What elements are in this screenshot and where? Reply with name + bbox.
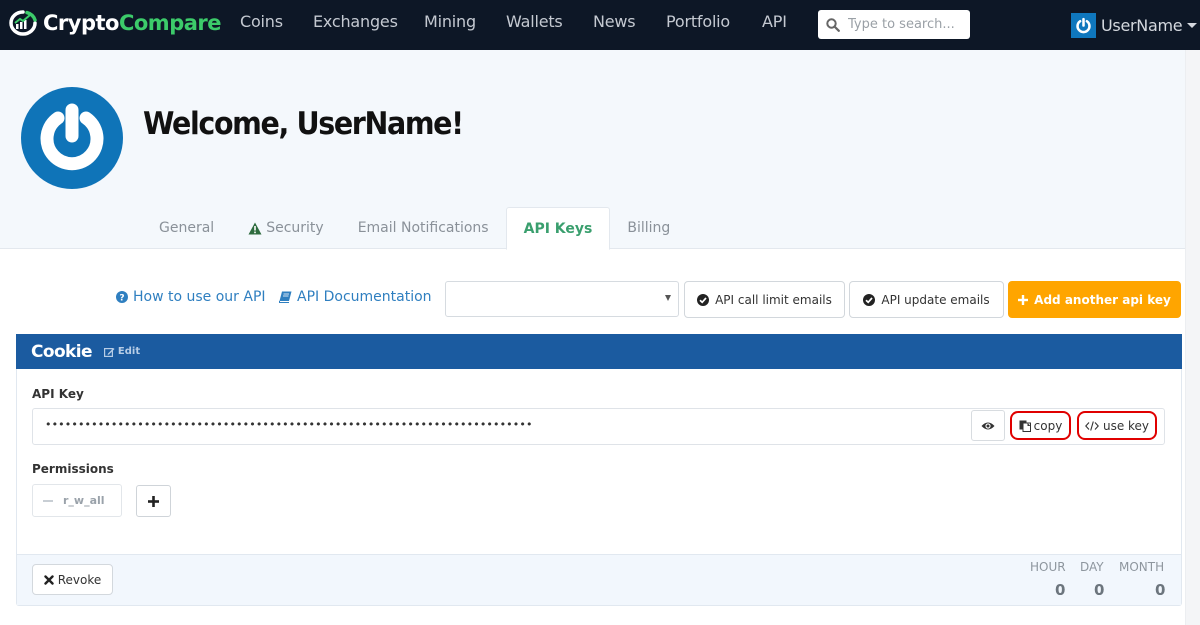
tab-billing[interactable]: Billing xyxy=(610,207,687,249)
button-label: API call limit emails xyxy=(715,292,832,307)
chevron-down-icon xyxy=(665,295,671,301)
usage-month-label: MONTH xyxy=(1119,560,1165,574)
nav-item-news[interactable]: News xyxy=(593,12,636,31)
usage-day-value: 0 xyxy=(1094,581,1105,599)
chart-logo-icon xyxy=(9,10,37,36)
button-label: Add another api key xyxy=(1034,292,1171,307)
api-key-name: Cookie xyxy=(31,341,93,362)
api-key-select[interactable] xyxy=(445,281,679,317)
tab-email-notifications[interactable]: Email Notifications xyxy=(341,207,506,249)
api-key-panel-header: Cookie Edit xyxy=(16,334,1182,369)
add-permission-button[interactable] xyxy=(136,485,171,517)
check-circle-icon xyxy=(863,293,876,306)
page-scrollbar[interactable] xyxy=(1185,50,1200,625)
nav-item-portfolio[interactable]: Portfolio xyxy=(666,12,730,31)
tab-label: API Keys xyxy=(523,220,593,237)
plus-icon xyxy=(148,495,159,507)
tab-label: General xyxy=(159,220,215,236)
use-key-button[interactable]: use key xyxy=(1077,411,1157,440)
profile-tabs: General Security Email Notifications API… xyxy=(142,207,687,250)
usage-day-label: DAY xyxy=(1080,560,1104,574)
tab-security[interactable]: Security xyxy=(231,207,341,249)
link-label: How to use our API xyxy=(133,289,266,305)
button-label: Revoke xyxy=(57,572,102,587)
permission-tag[interactable]: r_w_all xyxy=(32,484,122,517)
plus-icon xyxy=(1018,294,1029,305)
api-documentation-link[interactable]: API Documentation xyxy=(279,289,432,305)
copy-icon xyxy=(1019,420,1031,432)
permissions-label: Permissions xyxy=(32,462,114,476)
button-label: API update emails xyxy=(881,292,990,307)
tab-general[interactable]: General xyxy=(142,207,231,249)
profile-header: Welcome, UserName! General Security Emai… xyxy=(0,50,1185,250)
button-label: copy xyxy=(1033,418,1063,433)
code-icon xyxy=(1085,420,1099,431)
show-key-button[interactable] xyxy=(971,410,1005,441)
permission-label: r_w_all xyxy=(63,494,105,507)
edit-label: Edit xyxy=(117,346,141,357)
nav-item-mining[interactable]: Mining xyxy=(424,12,476,31)
add-api-key-button[interactable]: Add another api key xyxy=(1008,281,1181,318)
nav-item-wallets[interactable]: Wallets xyxy=(506,12,563,31)
svg-text:?: ? xyxy=(119,294,124,304)
nav-item-api[interactable]: API xyxy=(762,12,787,31)
close-icon xyxy=(44,574,54,585)
eye-icon xyxy=(981,422,995,429)
api-update-emails-button[interactable]: API update emails xyxy=(849,281,1004,318)
nav-item-exchanges[interactable]: Exchanges xyxy=(313,12,398,31)
user-name: UserName xyxy=(1101,16,1183,35)
copy-key-button[interactable]: copy xyxy=(1010,411,1071,440)
logo-text-compare: Compare xyxy=(118,11,222,35)
link-label: API Documentation xyxy=(297,289,432,305)
top-navbar: CryptoCompare Coins Exchanges Mining Wal… xyxy=(0,0,1200,50)
power-icon xyxy=(1076,17,1091,34)
user-avatar xyxy=(1071,13,1096,38)
tab-label: Billing xyxy=(627,220,671,236)
logo-text: CryptoCompare xyxy=(43,11,222,35)
page-title: Welcome, UserName! xyxy=(143,106,464,142)
edit-name-button[interactable]: Edit xyxy=(103,346,141,357)
revoke-button[interactable]: Revoke xyxy=(32,564,113,595)
search-input[interactable] xyxy=(848,17,968,32)
nav-item-coins[interactable]: Coins xyxy=(240,12,283,31)
check-circle-icon xyxy=(697,293,710,306)
tab-label: Security xyxy=(266,220,324,236)
logo[interactable]: CryptoCompare xyxy=(4,8,222,38)
edit-icon xyxy=(103,347,115,357)
minus-icon xyxy=(43,499,53,502)
logo-text-crypto: Crypto xyxy=(43,11,119,35)
api-key-label: API Key xyxy=(32,387,84,401)
warning-icon xyxy=(248,222,262,234)
usage-hour-value: 0 xyxy=(1055,581,1066,599)
tab-label: Email Notifications xyxy=(357,220,489,236)
usage-hour-label: HOUR xyxy=(1030,560,1066,574)
book-icon xyxy=(279,291,292,303)
tab-api-keys[interactable]: API Keys xyxy=(505,207,611,250)
button-label: use key xyxy=(1102,418,1150,433)
search-box[interactable] xyxy=(818,10,970,39)
chevron-down-icon xyxy=(1187,23,1198,28)
api-call-limit-emails-button[interactable]: API call limit emails xyxy=(684,281,845,318)
profile-avatar xyxy=(21,87,123,189)
how-to-use-api-link[interactable]: ? How to use our API xyxy=(116,289,266,305)
api-key-value: ••••••••••••••••••••••••••••••••••••••••… xyxy=(45,418,533,431)
user-menu[interactable]: UserName xyxy=(1071,13,1198,38)
usage-month-value: 0 xyxy=(1155,581,1166,599)
api-key-panel-footer xyxy=(17,554,1181,605)
question-circle-icon: ? xyxy=(116,291,128,303)
search-icon xyxy=(826,17,840,32)
